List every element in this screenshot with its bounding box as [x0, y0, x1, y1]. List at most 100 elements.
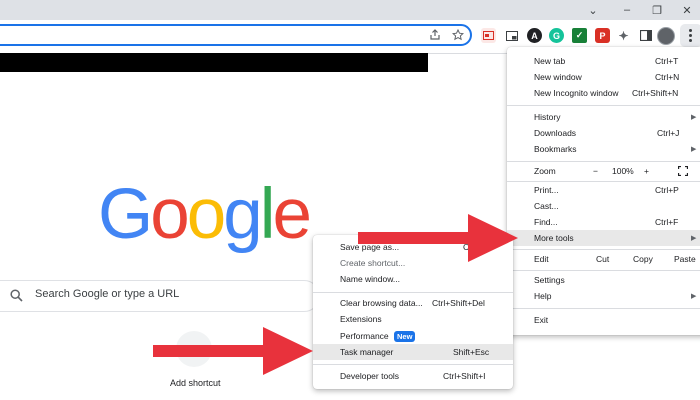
grammarly-icon[interactable]: G: [549, 28, 564, 43]
close-button[interactable]: ✕: [674, 2, 700, 18]
menu-item-new-incognito[interactable]: New Incognito window Ctrl+Shift+N: [507, 85, 700, 101]
menu-item-more-tools[interactable]: More tools ▶: [507, 230, 700, 246]
logo-letter: G: [98, 175, 153, 254]
menu-item-bookmarks[interactable]: Bookmarks ▶: [507, 141, 700, 157]
fullscreen-icon[interactable]: [677, 165, 689, 178]
shortcut-text: Ctrl+N: [655, 72, 680, 82]
restore-button[interactable]: ❐: [644, 2, 670, 18]
menu-separator: [507, 161, 700, 162]
menu-row-zoom: Zoom − 100% +: [507, 163, 700, 179]
menu-item-label: Zoom: [534, 166, 556, 176]
shortcut-text: Ctrl+P: [655, 185, 679, 195]
bookmark-star-icon[interactable]: [451, 28, 465, 42]
picture-in-picture-icon[interactable]: [504, 28, 519, 43]
submenu-arrow-icon: ▶: [691, 114, 697, 121]
shortcut-text: Ctrl+Shift+I: [443, 371, 486, 381]
avatar[interactable]: [657, 27, 675, 45]
google-logo: Google: [98, 179, 312, 250]
menu-item-settings[interactable]: Settings: [507, 272, 700, 288]
menu-item-label: Performance: [340, 331, 389, 341]
menu-item-task-manager[interactable]: Task manager Shift+Esc: [313, 344, 513, 360]
menu-item-label: Print...: [534, 185, 559, 195]
shortcut-text: Ctrl+F: [655, 217, 679, 227]
zoom-level: 100%: [612, 166, 634, 176]
menu-separator: [313, 364, 513, 365]
new-badge: New: [394, 330, 416, 342]
arrow-to-more-tools: [358, 214, 518, 262]
menu-item-new-tab[interactable]: New tab Ctrl+T: [507, 53, 700, 69]
menu-row-edit: Edit Cut Copy Paste: [507, 251, 700, 267]
pinterest-icon[interactable]: P: [595, 28, 610, 43]
logo-letter: e: [272, 175, 312, 254]
menu-item-label: History: [534, 112, 561, 122]
shortcut-text: Ctrl+Shift+N: [632, 88, 679, 98]
tab-search-icon[interactable]: ⌄: [580, 2, 606, 18]
menu-item-print[interactable]: Print... Ctrl+P: [507, 182, 700, 198]
address-bar[interactable]: [0, 24, 472, 46]
copy-button[interactable]: Copy: [633, 254, 653, 264]
submenu-arrow-icon: ▶: [691, 293, 697, 300]
menu-item-label: Downloads: [534, 128, 577, 138]
chrome-main-menu: New tab Ctrl+T New window Ctrl+N New Inc…: [507, 47, 700, 335]
menu-item-extensions[interactable]: Extensions: [313, 311, 513, 327]
menu-item-find[interactable]: Find... Ctrl+F: [507, 214, 700, 230]
menu-item-label: Cast...: [534, 201, 559, 211]
menu-item-label: Developer tools: [340, 371, 400, 381]
menu-separator: [507, 308, 700, 309]
zoom-in-button[interactable]: +: [644, 166, 649, 176]
logo-letter: o: [186, 175, 226, 254]
kebab-menu-button[interactable]: [680, 24, 700, 47]
puzzle-icon[interactable]: ✦: [616, 28, 631, 43]
menu-item-performance[interactable]: Performance New: [313, 328, 513, 344]
menu-item-developer-tools[interactable]: Developer tools Ctrl+Shift+I: [313, 368, 513, 384]
zoom-out-button[interactable]: −: [593, 166, 598, 176]
menu-item-new-window[interactable]: New window Ctrl+N: [507, 69, 700, 85]
menu-item-label: Find...: [534, 217, 558, 227]
menu-separator: [313, 292, 513, 293]
redacted-bookmarks-bar: [0, 53, 428, 72]
shortcut-text: Ctrl+J: [657, 128, 680, 138]
add-shortcut-label: Add shortcut: [170, 378, 221, 388]
menu-item-label: Clear browsing data...: [340, 298, 423, 308]
extension-icon[interactable]: A: [527, 28, 542, 43]
reading-mode-icon[interactable]: [481, 28, 496, 43]
menu-item-history[interactable]: History ▶: [507, 109, 700, 125]
menu-item-label: Task manager: [340, 347, 394, 357]
arrow-to-task-manager: [153, 327, 313, 375]
menu-item-label: Name window...: [340, 274, 400, 284]
menu-item-label: More tools: [534, 233, 574, 243]
menu-item-clear-browsing-data[interactable]: Clear browsing data... Ctrl+Shift+Del: [313, 295, 513, 311]
submenu-arrow-icon: ▶: [691, 146, 697, 153]
logo-letter: o: [150, 175, 189, 254]
logo-letter: g: [223, 175, 262, 254]
menu-item-label: New tab: [534, 56, 566, 66]
logo-letter: l: [259, 175, 276, 254]
shortcut-text: Shift+Esc: [453, 347, 490, 357]
menu-separator: [507, 249, 700, 250]
menu-item-label: New window: [534, 72, 582, 82]
search-icon: [10, 289, 23, 304]
paste-button[interactable]: Paste: [674, 254, 696, 264]
menu-item-label: Settings: [534, 275, 565, 285]
shield-extension-icon[interactable]: ✓: [572, 28, 587, 43]
menu-item-name-window[interactable]: Name window...: [313, 271, 513, 287]
menu-item-label: Edit: [534, 254, 549, 264]
menu-separator: [507, 270, 700, 271]
menu-item-downloads[interactable]: Downloads Ctrl+J: [507, 125, 700, 141]
menu-item-cast[interactable]: Cast...: [507, 198, 700, 214]
menu-separator: [507, 105, 700, 106]
menu-item-label: Exit: [534, 315, 549, 325]
menu-item-help[interactable]: Help ▶: [507, 288, 700, 304]
search-placeholder: Search Google or type a URL: [35, 288, 180, 300]
menu-item-label: New Incognito window: [534, 88, 619, 98]
menu-item-exit[interactable]: Exit: [507, 312, 700, 328]
cut-button[interactable]: Cut: [596, 254, 609, 264]
menu-item-label: Extensions: [340, 314, 382, 324]
share-icon[interactable]: [428, 28, 442, 42]
menu-item-label: Help: [534, 291, 552, 301]
menu-item-label: Bookmarks: [534, 144, 577, 154]
minimize-button[interactable]: –: [614, 2, 640, 18]
submenu-arrow-icon: ▶: [691, 235, 697, 242]
shortcut-text: Ctrl+Shift+Del: [432, 298, 485, 308]
side-panel-icon[interactable]: [638, 28, 653, 43]
